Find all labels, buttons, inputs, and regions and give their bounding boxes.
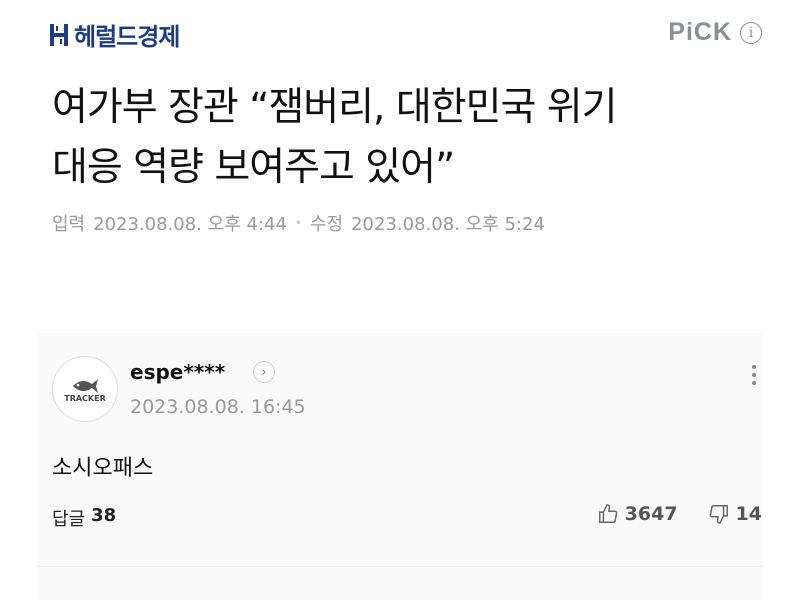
article-headline: 여가부 장관 “잼버리, 대한민국 위기 대응 역량 보여주고 있어” xyxy=(52,78,772,198)
brand-name: 헤럴드경제 xyxy=(74,23,180,51)
fish-icon xyxy=(73,378,98,393)
herald-logo-icon xyxy=(50,23,68,46)
dislike-button[interactable]: 14 xyxy=(708,503,762,525)
like-count: 3647 xyxy=(624,503,678,525)
headline-line-1: 여가부 장관 “잼버리, 대한민국 위기 xyxy=(52,85,618,130)
divider xyxy=(38,566,762,567)
comment-card: TRACKER espe**** › 2023.08.08. 16:45 소시오… xyxy=(38,333,762,600)
brand-logo-area[interactable]: 헤럴드경제 xyxy=(50,17,180,52)
info-icon[interactable]: i xyxy=(740,21,762,44)
reply-button[interactable]: 답글 38 xyxy=(52,505,116,531)
edited-label: 수정 xyxy=(309,214,344,235)
comment-timestamp: 2023.08.08. 16:45 xyxy=(130,396,306,418)
reaction-bar: 3647 14 xyxy=(597,503,762,525)
edited-date: 2023.08.08. 오후 5:24 xyxy=(351,214,545,235)
comment-text: 소시오패스 xyxy=(52,456,154,481)
like-button[interactable]: 3647 xyxy=(597,503,678,525)
thumbs-down-icon xyxy=(709,505,728,524)
avatar[interactable]: TRACKER xyxy=(52,356,118,422)
separator-dot-icon: • xyxy=(294,216,302,230)
thumbs-up-icon xyxy=(598,504,617,523)
chevron-right-icon[interactable]: › xyxy=(253,361,275,383)
pick-label: PiCK xyxy=(668,18,732,46)
comment-username[interactable]: espe**** xyxy=(130,360,225,384)
more-options-icon[interactable] xyxy=(752,365,756,385)
article-dates: 입력 2023.08.08. 오후 4:44 • 수정 2023.08.08. … xyxy=(52,210,545,236)
published-label: 입력 xyxy=(52,214,86,235)
dislike-count: 14 xyxy=(735,503,762,525)
published-date: 2023.08.08. 오후 4:44 xyxy=(93,214,287,235)
avatar-text: TRACKER xyxy=(64,393,106,403)
pick-badge[interactable]: PiCK i xyxy=(668,18,762,47)
reply-count: 38 xyxy=(91,505,117,526)
reply-label: 답글 xyxy=(52,509,86,530)
headline-line-2: 대응 역량 보여주고 있어” xyxy=(52,145,455,190)
